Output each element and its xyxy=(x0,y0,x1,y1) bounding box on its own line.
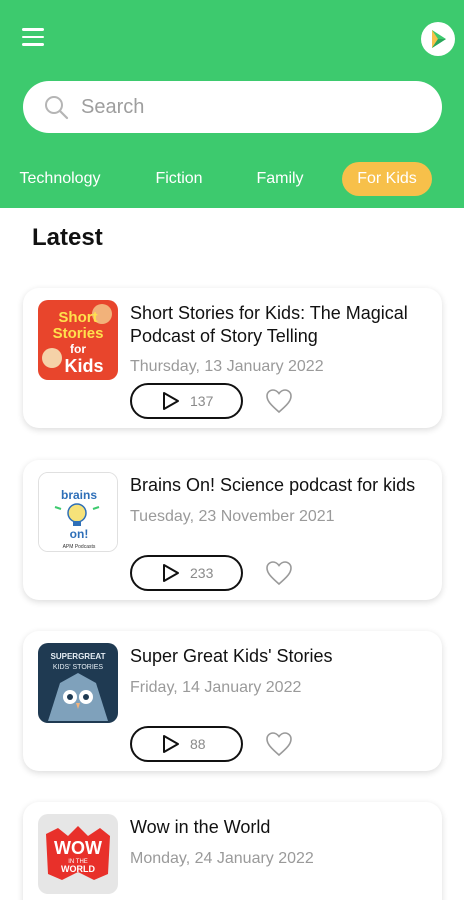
podcast-title[interactable]: Wow in the World xyxy=(130,816,435,839)
svg-text:Stories: Stories xyxy=(53,325,104,342)
podcast-title[interactable]: Short Stories for Kids: The Magical Podc… xyxy=(130,302,435,348)
play-button[interactable]: 88 xyxy=(130,726,243,762)
podcast-date: Monday, 24 January 2022 xyxy=(130,850,314,867)
hamburger-menu-icon[interactable] xyxy=(22,28,44,46)
tab-fiction[interactable]: Fiction xyxy=(148,162,210,196)
svg-text:WORLD: WORLD xyxy=(61,864,95,874)
svg-text:Kids: Kids xyxy=(64,356,103,376)
heart-icon[interactable] xyxy=(265,388,293,414)
podcast-date: Thursday, 13 January 2022 xyxy=(130,358,324,375)
podcast-date: Tuesday, 23 November 2021 xyxy=(130,508,335,525)
svg-text:KIDS' STORIES: KIDS' STORIES xyxy=(53,664,104,671)
play-button[interactable]: 233 xyxy=(130,555,243,591)
app-logo-play-icon[interactable] xyxy=(421,22,455,56)
podcast-card[interactable]: Short Stories for Kids Short Stories for… xyxy=(23,288,442,428)
search-icon xyxy=(45,96,69,120)
podcast-artwork: brains on! APM Podcasts xyxy=(38,472,118,552)
svg-text:SUPERGREAT: SUPERGREAT xyxy=(51,652,106,661)
tab-technology[interactable]: Technology xyxy=(12,162,108,196)
play-button[interactable]: 137 xyxy=(130,383,243,419)
podcast-title[interactable]: Super Great Kids' Stories xyxy=(130,645,435,668)
tab-for-kids[interactable]: For Kids xyxy=(342,162,432,196)
podcast-card[interactable]: WOW IN THE WORLD Wow in the World Monday… xyxy=(23,802,442,900)
svg-text:WOW: WOW xyxy=(54,838,102,858)
search-bar[interactable] xyxy=(23,81,442,133)
podcast-title[interactable]: Brains On! Science podcast for kids xyxy=(130,474,435,497)
tab-family[interactable]: Family xyxy=(249,162,311,196)
podcast-artwork: SUPERGREAT KIDS' STORIES xyxy=(38,643,118,723)
heart-icon[interactable] xyxy=(265,731,293,757)
svg-text:APM Podcasts: APM Podcasts xyxy=(63,544,96,550)
search-input[interactable] xyxy=(81,95,401,119)
svg-text:brains: brains xyxy=(61,488,97,502)
category-tabs: Technology Fiction Family For Kids xyxy=(0,162,464,196)
heart-icon[interactable] xyxy=(265,560,293,586)
app-header: Technology Fiction Family For Kids xyxy=(0,0,464,208)
svg-text:on!: on! xyxy=(70,527,89,541)
play-count: 233 xyxy=(190,565,214,581)
podcast-artwork: Short Stories for Kids xyxy=(38,300,118,380)
svg-text:Short: Short xyxy=(58,309,97,326)
svg-text:for: for xyxy=(70,342,86,356)
section-title: Latest xyxy=(32,224,103,251)
podcast-artwork: WOW IN THE WORLD xyxy=(38,814,118,894)
play-count: 88 xyxy=(190,736,206,752)
podcast-date: Friday, 14 January 2022 xyxy=(130,679,302,696)
podcast-card[interactable]: SUPERGREAT KIDS' STORIES Super Great Kid… xyxy=(23,631,442,771)
play-icon xyxy=(163,564,179,582)
play-icon xyxy=(163,735,179,753)
play-count: 137 xyxy=(190,393,214,409)
play-icon xyxy=(163,392,179,410)
podcast-card[interactable]: brains on! APM Podcasts Brains On! Scien… xyxy=(23,460,442,600)
